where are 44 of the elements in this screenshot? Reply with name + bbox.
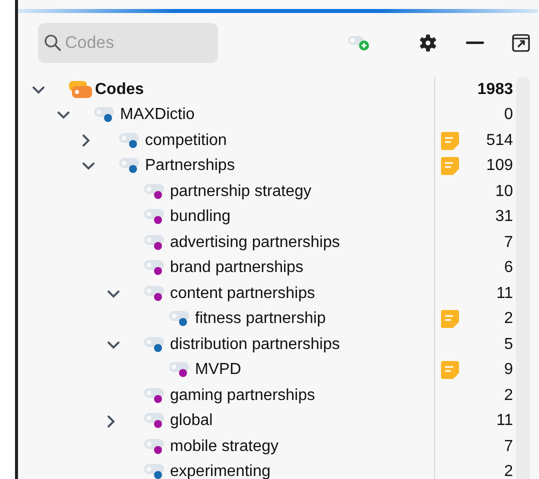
- code-count: 2: [504, 386, 513, 405]
- code-count: 11: [496, 412, 513, 430]
- code-label[interactable]: MVPD: [195, 361, 242, 380]
- code-count: 31: [495, 208, 513, 226]
- search-field[interactable]: Codes: [38, 23, 218, 63]
- code-label[interactable]: partnership strategy: [170, 182, 312, 201]
- code-label[interactable]: gaming partnerships: [170, 386, 315, 405]
- code-count: 0: [504, 106, 513, 124]
- code-label[interactable]: competition: [145, 132, 227, 150]
- code-folder-icon: [67, 80, 93, 100]
- code-label[interactable]: mobile strategy: [170, 438, 278, 456]
- code-count: 11: [496, 284, 513, 303]
- code-label[interactable]: MAXDictio: [120, 106, 195, 124]
- code-count: 7: [504, 234, 513, 252]
- code-count: 7: [504, 438, 513, 456]
- chevron-right-icon[interactable]: [82, 134, 90, 148]
- code-label[interactable]: bundling: [170, 208, 230, 226]
- minimize-icon[interactable]: [466, 41, 484, 45]
- code-count: 109: [486, 157, 513, 176]
- chevron-down-icon[interactable]: [107, 340, 120, 349]
- code-count: 5: [504, 336, 513, 354]
- chevron-down-icon[interactable]: [107, 290, 120, 298]
- code-count: 1983: [477, 80, 513, 99]
- code-label[interactable]: global: [170, 412, 213, 430]
- code-count: 2: [504, 310, 513, 328]
- chevron-down-icon[interactable]: [57, 111, 70, 120]
- code-label[interactable]: advertising partnerships: [170, 234, 340, 252]
- code-count: 514: [486, 132, 513, 150]
- code-count: 10: [495, 182, 513, 201]
- new-code-icon[interactable]: [348, 35, 370, 51]
- code-label[interactable]: content partnerships: [170, 284, 315, 303]
- pop-out-icon[interactable]: [512, 34, 530, 52]
- chevron-down-icon[interactable]: [82, 162, 95, 170]
- code-label[interactable]: Partnerships: [145, 157, 235, 176]
- code-count: 2: [504, 463, 513, 479]
- chevron-right-icon[interactable]: [107, 414, 115, 428]
- chevron-down-icon[interactable]: [32, 86, 45, 94]
- code-label[interactable]: fitness partnership: [195, 310, 326, 328]
- code-count: 9: [504, 361, 513, 380]
- settings-icon[interactable]: [418, 33, 438, 53]
- code-label[interactable]: brand partnerships: [170, 259, 304, 278]
- code-count: 6: [504, 259, 513, 278]
- code-label[interactable]: Codes: [95, 80, 144, 99]
- code-label[interactable]: distribution partnerships: [170, 336, 340, 354]
